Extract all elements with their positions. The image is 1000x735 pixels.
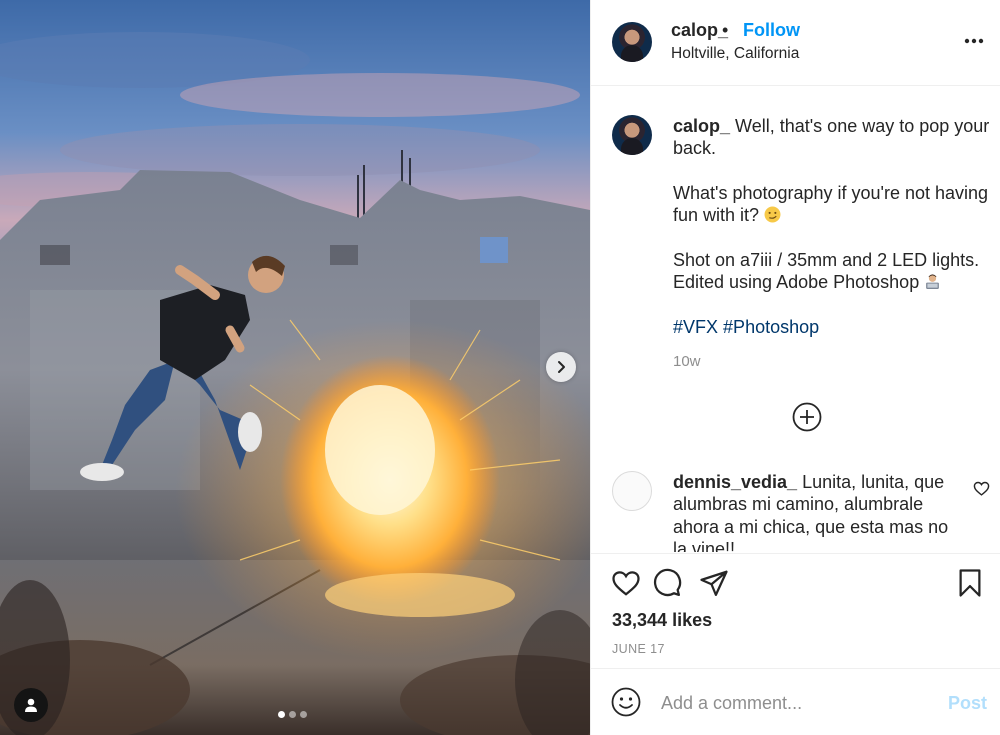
post-photo[interactable] bbox=[0, 0, 590, 735]
post-comment-button[interactable]: Post bbox=[948, 693, 987, 714]
follow-button[interactable]: Follow bbox=[743, 20, 800, 41]
commenter-avatar[interactable] bbox=[612, 471, 652, 511]
caption-line: Shot on a7iii / 35mm and 2 LED lights. bbox=[673, 249, 980, 270]
explosion-photo-illustration bbox=[0, 0, 590, 735]
caption-line: What's photography if you're not having … bbox=[673, 182, 989, 226]
more-options-icon bbox=[964, 38, 984, 44]
post-location[interactable]: Holtville, California bbox=[671, 45, 799, 63]
heart-icon[interactable] bbox=[611, 568, 641, 598]
comments-section[interactable]: calop_ Well, that's one way to pop your … bbox=[591, 87, 1000, 552]
caption-line: Edited using Adobe Photoshop bbox=[673, 272, 920, 293]
comment-item: dennis_vedia_ Lunita, lunita, que alumbr… bbox=[673, 471, 963, 552]
carousel-dot bbox=[278, 711, 285, 718]
technologist-emoji-icon bbox=[926, 274, 940, 290]
hashtag-link[interactable]: #VFX bbox=[673, 317, 718, 337]
comment-input[interactable] bbox=[661, 688, 931, 718]
post-side-panel: calop_ • Follow Holtville, California ca… bbox=[590, 0, 1000, 735]
smile-icon[interactable] bbox=[611, 687, 641, 717]
chevron-right-icon bbox=[558, 361, 565, 373]
caption-username[interactable]: calop_ bbox=[673, 116, 730, 136]
caption-avatar[interactable] bbox=[612, 115, 652, 155]
post-actions: 33,344 likes JUNE 17 bbox=[591, 553, 1000, 669]
author-username[interactable]: calop_ bbox=[671, 20, 728, 41]
bookmark-icon[interactable] bbox=[955, 568, 985, 598]
header-separator: • bbox=[722, 20, 729, 40]
load-more-comments-button[interactable] bbox=[792, 402, 822, 432]
post-caption: calop_ Well, that's one way to pop your … bbox=[673, 115, 993, 360]
post-dialog: calop_ • Follow Holtville, California ca… bbox=[0, 0, 1000, 735]
user-tag-icon bbox=[25, 698, 37, 712]
comment-heart-icon[interactable] bbox=[973, 480, 990, 497]
more-options-button[interactable] bbox=[961, 30, 987, 52]
smirk-emoji-icon bbox=[764, 206, 781, 223]
add-comment-bar: Post bbox=[591, 670, 1000, 735]
carousel-indicator bbox=[278, 711, 307, 718]
carousel-dot bbox=[300, 711, 307, 718]
comment-username[interactable]: dennis_vedia_ bbox=[673, 472, 797, 492]
share-icon[interactable] bbox=[699, 568, 729, 598]
comment-icon[interactable] bbox=[652, 568, 682, 598]
likes-number: 33,344 bbox=[612, 610, 668, 630]
caption-timestamp[interactable]: 10w bbox=[673, 353, 701, 370]
likes-label: likes bbox=[672, 610, 713, 630]
hashtag-link[interactable]: #Photoshop bbox=[723, 317, 819, 337]
author-avatar[interactable] bbox=[612, 22, 652, 62]
carousel-dot bbox=[289, 711, 296, 718]
user-tags-button[interactable] bbox=[14, 688, 48, 722]
likes-count[interactable]: 33,344 likes bbox=[612, 610, 712, 631]
post-date[interactable]: JUNE 17 bbox=[612, 642, 665, 656]
next-slide-button[interactable] bbox=[546, 352, 576, 382]
post-header: calop_ • Follow Holtville, California bbox=[591, 0, 1000, 86]
